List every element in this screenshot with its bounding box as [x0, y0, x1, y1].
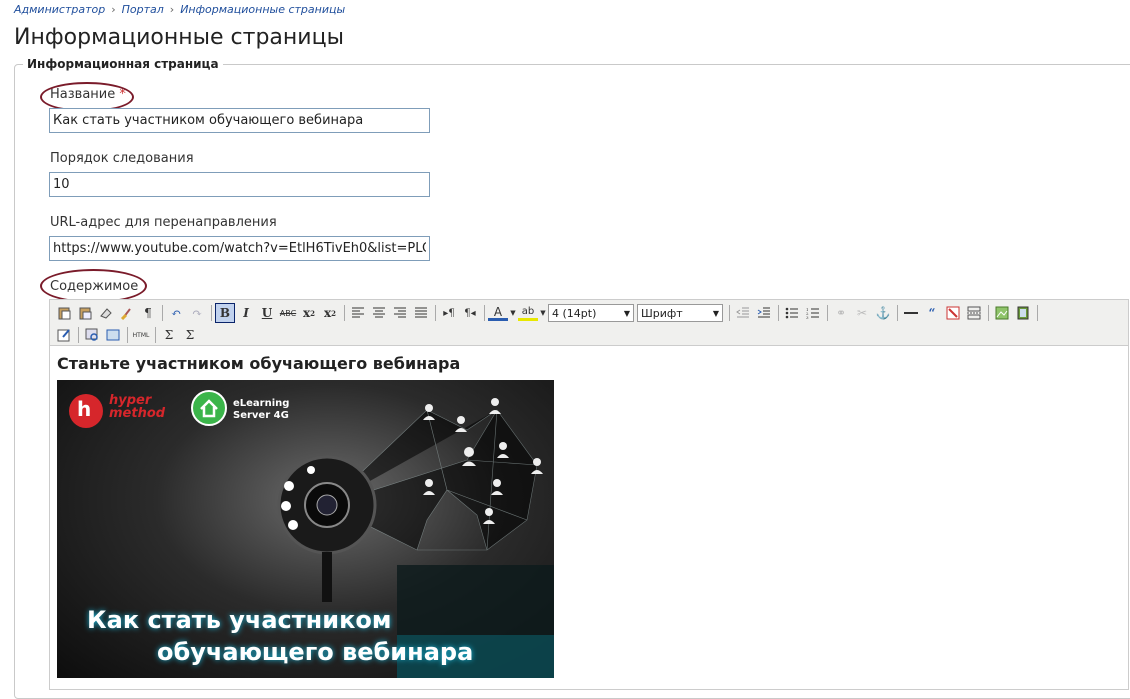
fieldset-legend: Информационная страница	[27, 57, 219, 71]
blockquote-icon[interactable]: “	[922, 303, 942, 323]
formula-icon[interactable]: Σ	[180, 325, 200, 345]
breadcrumb-item-admin[interactable]: Администратор	[14, 3, 105, 16]
subscript-icon[interactable]: x2	[299, 303, 319, 323]
media-icon[interactable]	[1013, 303, 1033, 323]
paste-icon[interactable]	[54, 303, 74, 323]
toolbar-separator	[729, 305, 730, 321]
ltr-icon[interactable]: ▸¶	[439, 303, 459, 323]
bullet-list-icon[interactable]	[782, 303, 802, 323]
toolbar-separator	[897, 305, 898, 321]
name-label: Название *	[50, 87, 126, 102]
underline-icon[interactable]: U	[257, 303, 277, 323]
toolbar-separator	[827, 305, 828, 321]
elearning-logo-text: eLearning Server 4G	[233, 398, 290, 421]
elearning-logo-icon	[191, 390, 227, 426]
chevron-down-icon[interactable]: ▼	[539, 303, 547, 323]
banner-title-line1: Как стать участником	[87, 606, 392, 634]
link-icon[interactable]: ⚭	[831, 303, 851, 323]
toolbar-separator	[127, 327, 128, 343]
image-icon[interactable]	[992, 303, 1012, 323]
content-heading: Станьте участником обучающего вебинара	[57, 354, 461, 373]
breadcrumb-item-info-pages[interactable]: Информационные страницы	[180, 3, 345, 16]
chevron-down-icon: ▼	[712, 308, 719, 318]
eraser-icon[interactable]	[96, 303, 116, 323]
banner-title-line2: обучающего вебинара	[157, 638, 474, 666]
background-color-icon[interactable]: ab	[518, 305, 538, 321]
toolbar-separator	[155, 327, 156, 343]
chevron-down-icon[interactable]: ▼	[509, 303, 517, 323]
remove-format-icon[interactable]	[943, 303, 963, 323]
rtl-icon[interactable]: ¶◂	[460, 303, 480, 323]
hypermethod-logo-text: hyper method	[109, 393, 166, 421]
numbered-list-icon[interactable]: 123	[803, 303, 823, 323]
align-left-icon[interactable]	[348, 303, 368, 323]
superscript-icon[interactable]: x2	[320, 303, 340, 323]
text-color-icon[interactable]: A	[488, 305, 508, 321]
toolbar-separator	[162, 305, 163, 321]
toolbar-row-1: ¶ ↶ ↷ B I U ABC x2 x2 ▸¶ ¶◂ A ▼ ab ▼ 4 (…	[54, 302, 1041, 324]
fullscreen-icon[interactable]	[103, 325, 123, 345]
align-right-icon[interactable]	[390, 303, 410, 323]
chevron-down-icon: ▼	[623, 308, 630, 318]
toolbar-separator	[435, 305, 436, 321]
align-center-icon[interactable]	[369, 303, 389, 323]
edit-icon[interactable]	[54, 325, 74, 345]
hypermethod-logo-icon: h	[69, 394, 103, 428]
editor-content[interactable]: Станьте участником обучающего вебинара h…	[49, 345, 1129, 690]
toolbar-separator	[778, 305, 779, 321]
url-label: URL-адрес для перенаправления	[50, 215, 277, 230]
webinar-banner-image: h hyper method eLearning Server 4G Как ста…	[57, 380, 554, 678]
html-source-icon[interactable]: HTML	[131, 325, 151, 345]
webcam-icon	[277, 455, 377, 602]
paste-text-icon[interactable]	[75, 303, 95, 323]
content-label: Содержимое	[50, 279, 139, 294]
unlink-icon[interactable]: ✂	[852, 303, 872, 323]
editor-toolbar: ¶ ↶ ↷ B I U ABC x2 x2 ▸¶ ¶◂ A ▼ ab ▼ 4 (…	[49, 299, 1129, 345]
breadcrumb: Администратор › Портал › Информационные стра…	[14, 3, 345, 16]
horizontal-rule-icon[interactable]	[901, 303, 921, 323]
paragraph-icon[interactable]: ¶	[138, 303, 158, 323]
preview-icon[interactable]	[82, 325, 102, 345]
page-title: Информационные страницы	[14, 25, 344, 50]
breadcrumb-item-portal[interactable]: Портал	[122, 3, 164, 16]
breadcrumb-separator: ›	[169, 3, 175, 16]
undo-icon[interactable]: ↶	[166, 303, 186, 323]
bold-icon[interactable]: B	[215, 303, 235, 323]
required-mark: *	[119, 87, 126, 102]
font-family-select[interactable]: Шрифт ▼	[637, 304, 723, 322]
toolbar-separator	[988, 305, 989, 321]
formula-editor-icon[interactable]: Σ	[159, 325, 179, 345]
order-label: Порядок следования	[50, 151, 194, 166]
redo-icon[interactable]: ↷	[187, 303, 207, 323]
toolbar-separator	[1037, 305, 1038, 321]
toolbar-separator	[344, 305, 345, 321]
svg-text:3: 3	[806, 315, 809, 319]
name-field[interactable]	[49, 108, 430, 133]
font-size-select[interactable]: 4 (14pt) ▼	[548, 304, 634, 322]
indent-icon[interactable]	[754, 303, 774, 323]
toolbar-row-2: HTML Σ Σ	[54, 324, 201, 346]
toolbar-separator	[211, 305, 212, 321]
page-break-icon[interactable]	[964, 303, 984, 323]
italic-icon[interactable]: I	[236, 303, 256, 323]
align-justify-icon[interactable]	[411, 303, 431, 323]
outdent-icon[interactable]	[733, 303, 753, 323]
anchor-icon[interactable]: ⚓	[873, 303, 893, 323]
toolbar-separator	[484, 305, 485, 321]
cleanup-icon[interactable]	[117, 303, 137, 323]
order-field[interactable]	[49, 172, 430, 197]
toolbar-separator	[78, 327, 79, 343]
strikethrough-icon[interactable]: ABC	[278, 303, 298, 323]
url-field[interactable]	[49, 236, 430, 261]
breadcrumb-separator: ›	[111, 3, 116, 16]
